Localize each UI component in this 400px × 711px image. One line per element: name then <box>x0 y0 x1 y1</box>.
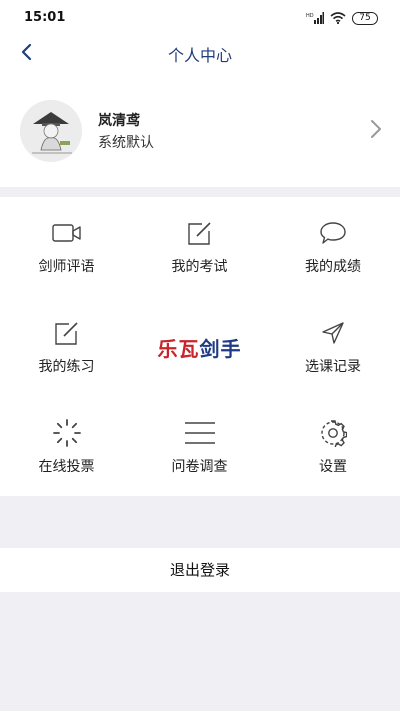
signal-hd-icon: HD <box>306 9 324 28</box>
menu-item-label: 我的考试 <box>171 259 228 275</box>
menu-item-online-voting[interactable]: 在线投票 <box>0 397 133 497</box>
menu-item-sword-master-comments[interactable]: 剑师评语 <box>0 197 133 297</box>
logout-button[interactable]: 退出登录 <box>0 548 400 592</box>
user-role: 系统默认 <box>98 135 154 151</box>
menu-item-questionnaire[interactable]: 问卷调查 <box>133 397 266 497</box>
page-title: 个人中心 <box>167 46 232 65</box>
logo-text: 乐瓦剑手 <box>133 333 266 362</box>
profile-card[interactable]: 岚清鸢 系统默认 <box>0 72 400 187</box>
send-icon <box>320 320 346 350</box>
status-time: 15:01 <box>24 10 66 25</box>
brand-logo: 乐瓦剑手 <box>133 297 266 397</box>
status-icons: HD 75 <box>306 9 378 27</box>
chat-bubble-icon <box>319 221 347 249</box>
svg-text:HD: HD <box>306 13 314 19</box>
logo-part-red: 乐瓦 <box>157 337 200 361</box>
menu-item-my-practice[interactable]: 我的练习 <box>0 297 133 397</box>
loading-icon <box>52 418 82 452</box>
nav-bar: 个人中心 <box>0 36 400 72</box>
wifi-icon <box>330 9 346 28</box>
edit-icon <box>187 220 213 250</box>
avatar <box>20 100 82 162</box>
menu-item-label: 剑师评语 <box>38 259 95 275</box>
status-bar: 15:01 HD 75 <box>0 0 400 36</box>
menu-item-label: 选课记录 <box>305 359 361 375</box>
logo-part-blue: 剑手 <box>199 337 242 361</box>
menu-item-course-records[interactable]: 选课记录 <box>266 297 400 397</box>
menu-item-label: 设置 <box>319 459 347 475</box>
menu-item-label: 问卷调查 <box>171 459 228 475</box>
video-camera-icon <box>51 222 82 248</box>
menu-item-my-scores[interactable]: 我的成绩 <box>266 197 400 297</box>
chevron-right-icon <box>370 119 382 143</box>
menu-item-label: 在线投票 <box>38 459 95 475</box>
menu-lines-icon <box>184 420 216 450</box>
menu-item-settings[interactable]: 设置 <box>266 397 400 497</box>
menu-item-label: 我的练习 <box>38 359 95 375</box>
menu-item-label: 我的成绩 <box>305 259 361 275</box>
user-name: 岚清鸢 <box>98 113 140 129</box>
menu-grid: 剑师评语 我的考试 我的成绩 我的练习 乐瓦剑手 选课记录 在线投票 问卷调查 … <box>0 197 400 496</box>
battery-icon: 75 <box>352 11 378 25</box>
edit-icon <box>54 320 80 350</box>
gear-icon <box>319 419 348 451</box>
menu-item-my-exams[interactable]: 我的考试 <box>133 197 266 297</box>
